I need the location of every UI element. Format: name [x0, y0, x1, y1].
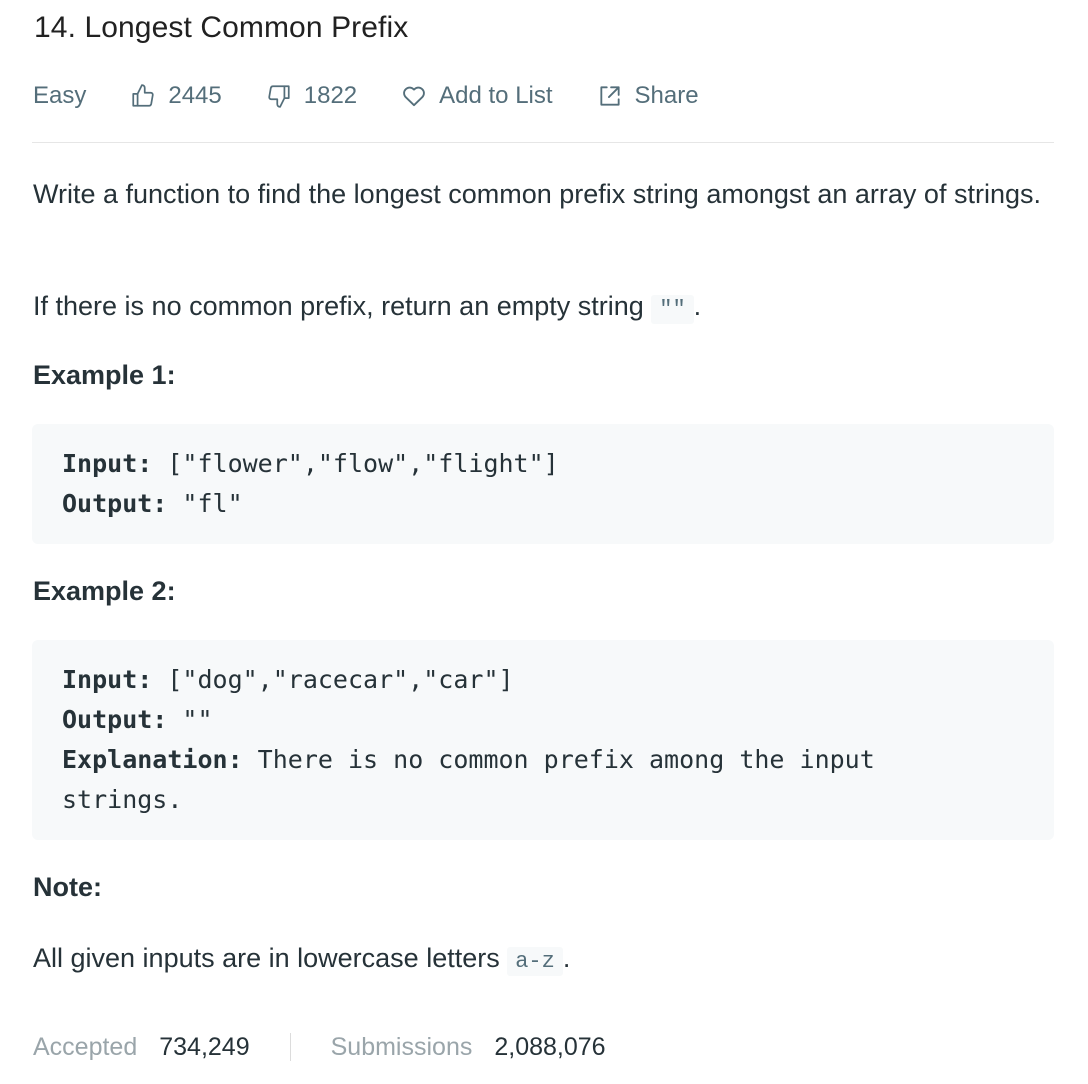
example-1-heading: Example 1:	[33, 360, 176, 390]
difficulty-label: Easy	[33, 82, 87, 109]
inline-code-range: a-z	[507, 947, 563, 976]
example-2-input-line: Input: ["dog","racecar","car"]	[62, 660, 1024, 700]
problem-title: 14. Longest Common Prefix	[34, 11, 409, 44]
stats-divider	[289, 1033, 291, 1061]
add-to-list-button[interactable]: Add to List	[401, 82, 553, 110]
heart-icon	[401, 83, 427, 109]
share-button[interactable]: Share	[597, 82, 699, 110]
accepted-label: Accepted	[33, 1032, 138, 1061]
share-label: Share	[634, 82, 699, 109]
example-1-output-line: Output: "fl"	[62, 484, 1024, 524]
inline-code-empty-string: ""	[651, 295, 694, 324]
example-2-heading: Example 2:	[33, 576, 176, 606]
input-label: Input:	[62, 665, 153, 694]
submission-stats: Accepted 734,249 Submissions 2,088,076	[33, 1030, 606, 1064]
output-label: Output:	[62, 489, 168, 518]
description-period: .	[693, 291, 702, 321]
submissions-count: 2,088,076	[494, 1032, 606, 1061]
output-value: ""	[167, 705, 213, 734]
example-1-code-block: Input: ["flower","flow","flight"] Output…	[32, 424, 1054, 544]
output-value: "fl"	[167, 489, 243, 518]
example-2-code-block: Input: ["dog","racecar","car"] Output: "…	[32, 640, 1054, 840]
note-period: .	[562, 943, 571, 973]
add-to-list-label: Add to List	[439, 82, 553, 109]
explanation-label: Explanation:	[62, 745, 243, 774]
thumbs-down-icon	[266, 83, 292, 109]
description-text: If there is no common prefix, return an …	[33, 291, 652, 321]
problem-panel: 14. Longest Common Prefix Easy 2445 1822	[0, 0, 1088, 1084]
accepted-count: 734,249	[159, 1032, 250, 1061]
input-label: Input:	[62, 449, 153, 478]
description-empty-string-note: If there is no common prefix, return an …	[33, 285, 1043, 331]
dislike-count: 1822	[303, 82, 358, 109]
share-icon	[597, 83, 623, 109]
note-paragraph: All given inputs are in lowercase letter…	[33, 937, 1043, 983]
description-paragraph: Write a function to find the longest com…	[33, 179, 1041, 209]
note-heading: Note:	[33, 872, 102, 902]
example-1-input-line: Input: ["flower","flow","flight"]	[62, 444, 1024, 484]
submissions-label: Submissions	[330, 1032, 473, 1061]
divider	[32, 142, 1054, 143]
output-label: Output:	[62, 705, 168, 734]
like-count: 2445	[168, 82, 222, 109]
explanation-value: There is no common prefix among the inpu…	[242, 745, 875, 774]
thumbs-up-icon	[130, 83, 156, 109]
example-2-explanation-line: Explanation: There is no common prefix a…	[62, 740, 1024, 780]
example-2-explanation-continued: strings.	[62, 785, 183, 814]
dislike-button[interactable]: 1822	[266, 82, 357, 110]
input-value: ["flower","flow","flight"]	[152, 449, 559, 478]
like-button[interactable]: 2445	[130, 82, 222, 110]
problem-meta-bar: Easy 2445 1822 Add to List Share	[33, 78, 699, 114]
input-value: ["dog","racecar","car"]	[152, 665, 514, 694]
note-text: All given inputs are in lowercase letter…	[33, 943, 508, 973]
example-2-output-line: Output: ""	[62, 700, 1024, 740]
